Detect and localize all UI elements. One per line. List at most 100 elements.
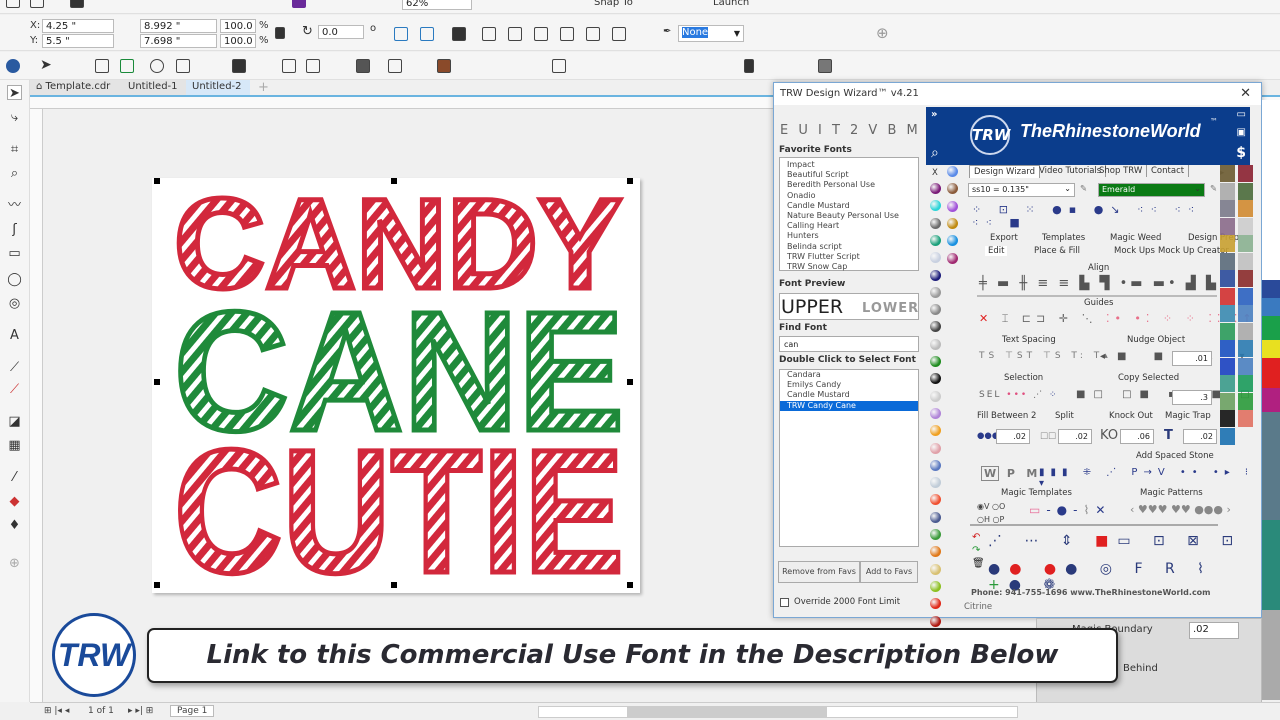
glitter-swatch[interactable] [1238, 305, 1253, 322]
glitter-swatch[interactable] [1238, 252, 1253, 270]
find-font-input[interactable]: can [779, 336, 919, 352]
undo-redo-tools[interactable]: ↶ ↷ 🗑 [972, 531, 985, 570]
override-font-limit-checkbox[interactable] [780, 598, 789, 607]
font-result-item[interactable]: Candle Mustard [780, 390, 918, 400]
ellipse-tool-icon[interactable]: ◯ [7, 272, 22, 287]
color-swatch-dot[interactable] [930, 425, 941, 437]
scale-height-field[interactable]: 100.0 [220, 34, 256, 48]
glitter-swatch[interactable] [1220, 322, 1235, 340]
radio-h[interactable]: H [984, 515, 990, 524]
tab-contact[interactable]: Contact [1147, 165, 1190, 177]
glitter-swatch[interactable] [1220, 270, 1235, 287]
search-icon[interactable]: ⌕ [931, 145, 939, 161]
color-swatch-dot[interactable] [930, 477, 941, 489]
rectangle-tool-icon[interactable]: ▭ [7, 246, 22, 261]
glitter-swatch[interactable] [1238, 200, 1253, 217]
dollar-icon[interactable]: $ [1236, 145, 1246, 161]
node-icon[interactable] [150, 59, 164, 73]
color-swatch-dot[interactable] [930, 459, 941, 471]
font-result-item[interactable]: Emilys Candy [780, 380, 918, 390]
mirror-horizontal-icon[interactable] [394, 27, 408, 41]
favorite-font-item[interactable]: Beautiful Script [780, 170, 918, 180]
glitter-swatch[interactable] [1220, 235, 1235, 252]
color-swatch-dot[interactable] [930, 200, 941, 212]
favorite-font-item[interactable]: Beredith Personal Use [780, 180, 918, 190]
color-swatch-dot[interactable] [930, 529, 941, 540]
wpm-tools[interactable]: W P M [981, 466, 1037, 481]
nudge-value-field[interactable]: .01 [1172, 351, 1212, 366]
weld-icon[interactable] [482, 27, 496, 41]
edit-color-pencil-icon[interactable]: ✎ [1210, 184, 1217, 194]
color-swatch-dot[interactable] [930, 338, 941, 350]
font-result-item[interactable]: Candara [780, 370, 918, 380]
tab-mock-up-creator[interactable]: Mock Up Creator [1158, 246, 1229, 256]
lock-icon[interactable] [744, 59, 754, 73]
smart-fill-icon[interactable]: ♦ [7, 518, 22, 533]
stone-color-select[interactable]: Emerald ⌄ [1098, 183, 1205, 197]
color-palette[interactable] [1262, 100, 1280, 700]
favorite-font-item[interactable]: Belinda script [780, 242, 918, 252]
color-swatch-dot[interactable] [947, 166, 958, 177]
color-swatch-dot[interactable] [947, 235, 958, 247]
color-swatch-dot[interactable] [930, 494, 941, 506]
combine-icon[interactable] [452, 27, 466, 41]
glitter-swatch[interactable] [1238, 322, 1253, 340]
font-result-item[interactable]: TRW Candy Cane [780, 400, 918, 411]
pick-tool-icon[interactable]: ➤ [7, 85, 22, 101]
trim-icon[interactable] [508, 27, 522, 41]
lock-ratio-icon[interactable] [275, 27, 285, 39]
remove-from-favs-button[interactable]: Remove from Favs [778, 561, 860, 583]
color-swatch-dot[interactable] [930, 269, 941, 281]
tab-template[interactable]: ⌂ Template.cdr [30, 80, 122, 95]
add-tool-icon[interactable]: ⊕ [7, 556, 22, 571]
tab-design-wizard[interactable]: Design Wizard [969, 165, 1041, 178]
scale-width-field[interactable]: 100.0 [220, 19, 256, 33]
artistic-media-icon[interactable]: ʃ [7, 222, 22, 237]
tab-edit[interactable]: Edit [985, 246, 1008, 256]
trw-logo-icon[interactable] [6, 59, 20, 73]
radio-p[interactable]: P [1000, 515, 1005, 524]
favorite-font-item[interactable]: Onadio [780, 191, 918, 201]
tab-shop-trw[interactable]: Shop TRW [1095, 165, 1148, 177]
color-swatch-dot[interactable] [930, 563, 941, 575]
glitter-swatch[interactable] [1220, 410, 1235, 427]
glitter-swatch[interactable] [1220, 252, 1235, 270]
glitter-swatch[interactable] [1220, 200, 1235, 217]
stone-size-select[interactable]: ss10 = 0.135" ⌄ [968, 183, 1075, 197]
group-icon[interactable] [552, 59, 566, 73]
glitter-swatch[interactable] [1238, 392, 1253, 410]
glitter-swatch[interactable] [1238, 287, 1253, 305]
glitter-swatch[interactable] [1220, 182, 1235, 200]
new-tab-button[interactable]: + [258, 80, 269, 95]
rotation-field[interactable]: 0.0 [318, 25, 364, 39]
add-to-favs-button[interactable]: Add to Favs [860, 561, 918, 583]
launch-app-icon[interactable] [292, 0, 306, 8]
tab-templates[interactable]: Templates [1042, 233, 1085, 243]
color-swatch-dot[interactable] [930, 183, 941, 194]
spiral-tool-icon[interactable]: ◎ [7, 296, 22, 311]
expand-icon[interactable]: » [931, 109, 937, 120]
connector-icon[interactable]: ⟋ [7, 382, 22, 397]
front-minus-back-icon[interactable] [586, 27, 600, 41]
fill-tool-icon[interactable]: ◆ [7, 494, 22, 509]
favorite-font-item[interactable]: Impact [780, 160, 918, 170]
eyedropper-icon[interactable]: ⁄ [7, 470, 22, 485]
color-swatch-dot[interactable] [947, 183, 958, 195]
color-swatch-dot[interactable] [930, 217, 941, 229]
magic-trap-icon[interactable]: T [1164, 428, 1173, 443]
glitter-swatch[interactable] [1220, 305, 1235, 322]
tab-export[interactable]: Export [990, 233, 1018, 243]
radio-o[interactable]: O [999, 502, 1005, 511]
split-field[interactable]: .02 [1058, 429, 1092, 444]
snap-to-dropdown[interactable]: Snap To [594, 0, 633, 8]
favorite-font-item[interactable]: Hunters [780, 231, 918, 241]
glitter-swatch[interactable] [1238, 165, 1253, 182]
close-icon[interactable]: ✕ [1240, 86, 1251, 101]
simplify-icon[interactable] [560, 27, 574, 41]
glitter-swatch[interactable] [1220, 427, 1235, 445]
edit-tools-row-1[interactable]: ⋰ ⋯ ⇕ ■▭ ⊡ ⊠ ⊡ [988, 533, 1242, 549]
color-swatch-dot[interactable] [930, 442, 941, 454]
frame-icon[interactable] [388, 59, 402, 73]
clear-color-icon[interactable]: X [932, 168, 938, 178]
color-swatch-dot[interactable] [930, 598, 941, 610]
